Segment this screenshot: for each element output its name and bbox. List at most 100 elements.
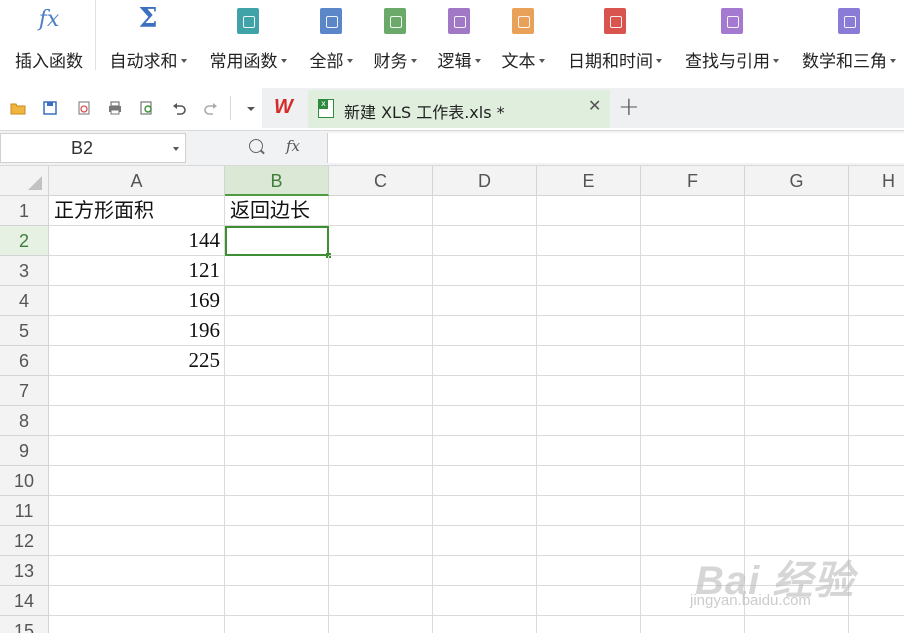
cell-g2[interactable] bbox=[745, 226, 849, 256]
cell-h9[interactable] bbox=[849, 436, 904, 466]
cell-h7[interactable] bbox=[849, 376, 904, 406]
cell-a12[interactable] bbox=[49, 526, 225, 556]
cell-f1[interactable] bbox=[641, 196, 745, 226]
row-header-6[interactable]: 6 bbox=[0, 346, 49, 376]
cell-a2[interactable]: 144 bbox=[49, 226, 225, 256]
cell-g10[interactable] bbox=[745, 466, 849, 496]
column-header-f[interactable]: F bbox=[641, 166, 745, 196]
column-header-c[interactable]: C bbox=[329, 166, 433, 196]
cell-b12[interactable] bbox=[225, 526, 329, 556]
column-header-d[interactable]: D bbox=[433, 166, 537, 196]
export-pdf-icon[interactable] bbox=[76, 100, 92, 116]
cell-f11[interactable] bbox=[641, 496, 745, 526]
cell-g8[interactable] bbox=[745, 406, 849, 436]
cell-b4[interactable] bbox=[225, 286, 329, 316]
cell-c14[interactable] bbox=[329, 586, 433, 616]
cell-c8[interactable] bbox=[329, 406, 433, 436]
cell-d2[interactable] bbox=[433, 226, 537, 256]
cell-a15[interactable] bbox=[49, 616, 225, 633]
name-box[interactable]: B2 bbox=[0, 133, 186, 163]
cell-h8[interactable] bbox=[849, 406, 904, 436]
cell-a3[interactable]: 121 bbox=[49, 256, 225, 286]
row-header-7[interactable]: 7 bbox=[0, 376, 49, 406]
cell-e15[interactable] bbox=[537, 616, 641, 633]
row-header-9[interactable]: 9 bbox=[0, 436, 49, 466]
lookup-reference-button[interactable]: 查找与引用 bbox=[677, 0, 787, 84]
cell-c15[interactable] bbox=[329, 616, 433, 633]
cell-g15[interactable] bbox=[745, 616, 849, 633]
cell-a9[interactable] bbox=[49, 436, 225, 466]
cell-d12[interactable] bbox=[433, 526, 537, 556]
column-header-e[interactable]: E bbox=[537, 166, 641, 196]
new-tab-button[interactable]: + bbox=[618, 94, 640, 120]
column-header-a[interactable]: A bbox=[49, 166, 225, 196]
row-header-12[interactable]: 12 bbox=[0, 526, 49, 556]
cell-e10[interactable] bbox=[537, 466, 641, 496]
cell-c4[interactable] bbox=[329, 286, 433, 316]
fx-icon[interactable]: fx bbox=[286, 137, 300, 155]
column-header-h[interactable]: H bbox=[849, 166, 904, 196]
cell-c6[interactable] bbox=[329, 346, 433, 376]
date-time-functions-button[interactable]: 日期和时间 bbox=[560, 0, 670, 84]
cell-f7[interactable] bbox=[641, 376, 745, 406]
cell-c9[interactable] bbox=[329, 436, 433, 466]
cell-d3[interactable] bbox=[433, 256, 537, 286]
cell-e2[interactable] bbox=[537, 226, 641, 256]
cell-h1[interactable] bbox=[849, 196, 904, 226]
cell-f9[interactable] bbox=[641, 436, 745, 466]
row-header-4[interactable]: 4 bbox=[0, 286, 49, 316]
cell-e1[interactable] bbox=[537, 196, 641, 226]
cell-e6[interactable] bbox=[537, 346, 641, 376]
cell-g11[interactable] bbox=[745, 496, 849, 526]
cell-c13[interactable] bbox=[329, 556, 433, 586]
cell-g1[interactable] bbox=[745, 196, 849, 226]
cell-d10[interactable] bbox=[433, 466, 537, 496]
row-header-10[interactable]: 10 bbox=[0, 466, 49, 496]
cell-d13[interactable] bbox=[433, 556, 537, 586]
cell-b3[interactable] bbox=[225, 256, 329, 286]
cell-e12[interactable] bbox=[537, 526, 641, 556]
chevron-down-icon[interactable] bbox=[173, 147, 179, 151]
common-functions-button[interactable]: 常用函数 bbox=[202, 0, 294, 84]
save-icon[interactable] bbox=[42, 100, 58, 116]
document-tab[interactable]: 新建 XLS 工作表.xls * ✕ bbox=[308, 90, 610, 128]
cell-c11[interactable] bbox=[329, 496, 433, 526]
cell-a1[interactable]: 正方形面积 bbox=[49, 196, 225, 226]
cell-d14[interactable] bbox=[433, 586, 537, 616]
cell-b8[interactable] bbox=[225, 406, 329, 436]
cell-g9[interactable] bbox=[745, 436, 849, 466]
cell-c3[interactable] bbox=[329, 256, 433, 286]
cell-e4[interactable] bbox=[537, 286, 641, 316]
cell-g7[interactable] bbox=[745, 376, 849, 406]
cell-d5[interactable] bbox=[433, 316, 537, 346]
cell-c7[interactable] bbox=[329, 376, 433, 406]
cell-f6[interactable] bbox=[641, 346, 745, 376]
cell-f10[interactable] bbox=[641, 466, 745, 496]
row-header-8[interactable]: 8 bbox=[0, 406, 49, 436]
cell-h3[interactable] bbox=[849, 256, 904, 286]
cell-g6[interactable] bbox=[745, 346, 849, 376]
cell-b9[interactable] bbox=[225, 436, 329, 466]
cell-h5[interactable] bbox=[849, 316, 904, 346]
cell-a10[interactable] bbox=[49, 466, 225, 496]
cell-c1[interactable] bbox=[329, 196, 433, 226]
cell-f3[interactable] bbox=[641, 256, 745, 286]
redo-icon[interactable] bbox=[203, 100, 219, 116]
cell-e13[interactable] bbox=[537, 556, 641, 586]
cell-e7[interactable] bbox=[537, 376, 641, 406]
column-header-b[interactable]: B bbox=[225, 166, 329, 196]
cell-f2[interactable] bbox=[641, 226, 745, 256]
cell-b10[interactable] bbox=[225, 466, 329, 496]
cell-g4[interactable] bbox=[745, 286, 849, 316]
undo-icon[interactable] bbox=[171, 100, 187, 116]
formula-input[interactable] bbox=[327, 133, 904, 163]
close-icon[interactable]: ✕ bbox=[588, 98, 604, 114]
cell-d11[interactable] bbox=[433, 496, 537, 526]
cell-e5[interactable] bbox=[537, 316, 641, 346]
row-header-14[interactable]: 14 bbox=[0, 586, 49, 616]
cell-b1[interactable]: 返回边长 bbox=[225, 196, 329, 226]
cell-a11[interactable] bbox=[49, 496, 225, 526]
cell-b15[interactable] bbox=[225, 616, 329, 633]
row-header-5[interactable]: 5 bbox=[0, 316, 49, 346]
cell-b6[interactable] bbox=[225, 346, 329, 376]
